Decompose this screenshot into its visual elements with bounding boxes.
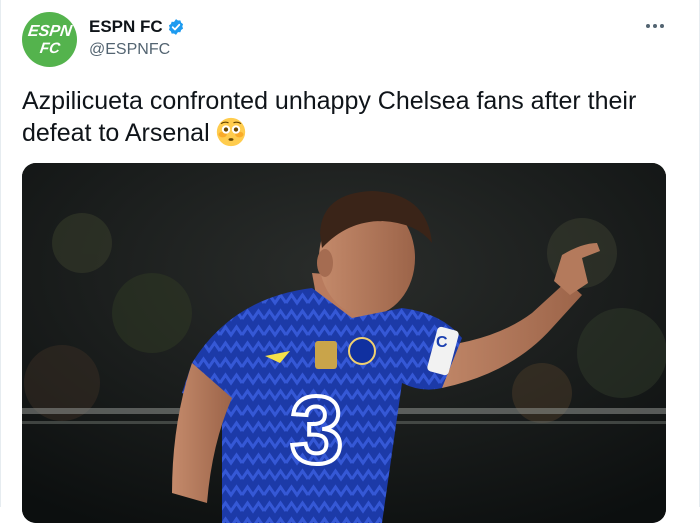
flushed-face-emoji [216, 117, 245, 147]
captain-armband-label: C [436, 334, 448, 351]
more-options-icon[interactable] [641, 14, 669, 38]
kit-sponsor-logo: 3 [290, 377, 343, 484]
avatar-logo-bottom: FC [38, 39, 61, 57]
author-name-row: ESPN FC [89, 17, 185, 37]
tweet-card: ESPN FC ESPN FC @ESPNFC Azpilicueta conf… [0, 0, 700, 523]
avatar[interactable]: ESPN FC [22, 12, 77, 67]
more-dot [660, 24, 664, 28]
more-dot [646, 24, 650, 28]
author-handle[interactable]: @ESPNFC [89, 41, 170, 59]
display-name[interactable]: ESPN FC [89, 17, 163, 37]
tweet-photo[interactable]: C 3 [22, 163, 666, 523]
club-crest [348, 337, 376, 365]
more-dot [653, 24, 657, 28]
photo-illustration: C 3 [22, 163, 666, 523]
avatar-logo-top: ESPN [26, 22, 73, 40]
tweet-text-content: Azpilicueta confronted unhappy Chelsea f… [22, 87, 637, 147]
verified-badge-icon [168, 19, 183, 35]
tweet-text: Azpilicueta confronted unhappy Chelsea f… [22, 86, 662, 149]
fifa-badge [315, 341, 337, 369]
